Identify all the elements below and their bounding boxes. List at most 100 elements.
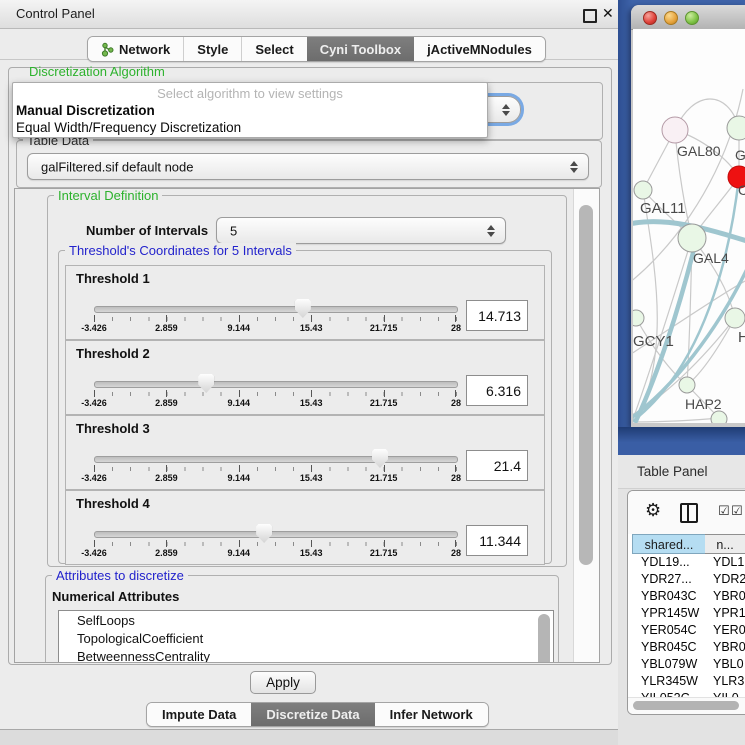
- attributes-list-scrollbar[interactable]: [538, 614, 550, 663]
- node-label: GAL11: [640, 200, 686, 217]
- settings-scrollpane: Interval Definition Number of Intervals …: [14, 188, 600, 663]
- number-of-intervals-combobox[interactable]: 5: [216, 217, 506, 244]
- number-of-intervals-value: 5: [230, 223, 237, 238]
- threshold-4-slider-track[interactable]: [94, 531, 458, 538]
- threshold-1-slider-track[interactable]: [94, 306, 458, 313]
- tab-cyni-toolbox[interactable]: Cyni Toolbox: [307, 37, 414, 61]
- threshold-panel-1: Threshold 1 -3.426 2.859 9.144 15.43 21.…: [65, 265, 545, 340]
- table-row[interactable]: YDL19...YDL1: [632, 554, 745, 571]
- node-gal4[interactable]: [678, 224, 706, 252]
- interval-definition-group: Interval Definition Number of Intervals …: [47, 195, 567, 567]
- checkbox-icon[interactable]: ☑: [718, 503, 730, 519]
- control-panel-tabbar: Network Style Select Cyni Toolbox jActiv…: [87, 36, 546, 62]
- node-hap2[interactable]: [679, 377, 695, 393]
- table-panel: ⚙ ☑ ☑ shared... n... YDL19...YDL1 YDR27.…: [627, 490, 745, 715]
- tab-select[interactable]: Select: [241, 37, 306, 61]
- tick-marks: [94, 467, 457, 471]
- stepper-icons: [486, 224, 495, 238]
- table-row[interactable]: YBL079WYBL0: [632, 656, 745, 673]
- table-row[interactable]: YER054CYER0: [632, 622, 745, 639]
- float-window-icon[interactable]: [583, 9, 597, 23]
- threshold-3-slider-thumb[interactable]: [372, 449, 388, 468]
- thresholds-group: Threshold's Coordinates for 5 Intervals …: [58, 250, 552, 564]
- node-gal11[interactable]: [634, 181, 652, 199]
- popup-option-manual-discretization[interactable]: Manual Discretization: [16, 103, 155, 118]
- scrollpane-vertical-scrollbar[interactable]: [573, 189, 600, 662]
- checkbox-icon[interactable]: ☑: [731, 503, 743, 519]
- tick-marks: [94, 317, 457, 321]
- desktop-shadow-strip: [618, 427, 745, 455]
- tick-marks: [94, 392, 457, 396]
- threshold-2-slider-track[interactable]: [94, 381, 458, 388]
- list-item-topologicalcoefficient[interactable]: TopologicalCoefficient: [77, 631, 203, 646]
- number-of-intervals-label: Number of Intervals: [86, 223, 208, 238]
- tab-network-label: Network: [119, 42, 170, 57]
- tab-jactivemnodules[interactable]: jActiveMNodules: [414, 37, 545, 61]
- tick-marks: [94, 542, 457, 546]
- node-gcy1[interactable]: [633, 310, 644, 326]
- node-label: H: [738, 329, 745, 346]
- minimize-traffic-light-icon[interactable]: [664, 11, 678, 25]
- attributes-group-title: Attributes to discretize: [52, 568, 188, 583]
- table-data-combobox[interactable]: galFiltered.sif default node: [27, 153, 589, 180]
- threshold-4-value-field[interactable]: [466, 525, 528, 556]
- network-view-window: GAL80 G C GAL11 GAL4 GCY1 H HAP2: [631, 5, 745, 427]
- list-item-selfloops[interactable]: SelfLoops: [77, 613, 135, 628]
- tab-infer-network[interactable]: Infer Network: [375, 703, 488, 726]
- network-icon: [101, 42, 114, 57]
- column-header-name[interactable]: n...: [705, 534, 745, 554]
- table-row[interactable]: YBR045CYBR0: [632, 639, 745, 656]
- threshold-panel-2: Threshold 2 -3.426 2.859 9.144 15.43 21.…: [65, 340, 545, 415]
- cytoscape-desktop: GAL80 G C GAL11 GAL4 GCY1 H HAP2: [618, 0, 745, 455]
- control-panel-window: Control Panel ✕ Network Style Select Cyn…: [0, 0, 619, 730]
- attributes-group: Attributes to discretize Numerical Attri…: [45, 575, 559, 663]
- split-columns-icon[interactable]: [680, 503, 698, 523]
- tab-style[interactable]: Style: [183, 37, 241, 61]
- threshold-2-slider-thumb[interactable]: [198, 374, 214, 393]
- table-panel-title: Table Panel: [637, 464, 708, 479]
- popup-hint: Select algorithm to view settings: [13, 86, 487, 101]
- apply-button[interactable]: Apply: [250, 671, 316, 694]
- threshold-1-slider-thumb[interactable]: [295, 299, 311, 318]
- table-row[interactable]: YPR145WYPR1: [632, 605, 745, 622]
- node-h[interactable]: [725, 308, 745, 328]
- threshold-1-value-field[interactable]: [466, 300, 528, 331]
- table-row[interactable]: YLR345WYLR3: [632, 673, 745, 690]
- close-traffic-light-icon[interactable]: [643, 11, 657, 25]
- thresholds-group-title: Threshold's Coordinates for 5 Intervals: [65, 243, 296, 258]
- node-label: G: [735, 147, 745, 163]
- right-region: GAL80 G C GAL11 GAL4 GCY1 H HAP2: [618, 0, 745, 745]
- table-row[interactable]: YBR043CYBR0: [632, 588, 745, 605]
- network-canvas[interactable]: GAL80 G C GAL11 GAL4 GCY1 H HAP2: [633, 29, 745, 423]
- threshold-4-slider-thumb[interactable]: [256, 524, 272, 543]
- stepper-icons: [501, 103, 510, 117]
- scrollbar-thumb[interactable]: [633, 701, 739, 710]
- node-label: GAL4: [693, 250, 729, 266]
- table-horizontal-scrollbar[interactable]: [628, 697, 745, 715]
- node-label: HAP2: [685, 396, 722, 412]
- popup-option-equal-width-frequency[interactable]: Equal Width/Frequency Discretization: [16, 120, 241, 135]
- threshold-2-value-field[interactable]: [466, 375, 528, 406]
- scrollbar-thumb[interactable]: [579, 205, 593, 565]
- zoom-traffic-light-icon[interactable]: [685, 11, 699, 25]
- numerical-attributes-list: SelfLoops TopologicalCoefficient Between…: [58, 610, 554, 663]
- list-item-betweennesscentrality[interactable]: BetweennessCentrality: [77, 649, 210, 663]
- node-bottom[interactable]: [711, 411, 727, 423]
- threshold-panel-3: Threshold 3 -3.426 2.859 9.144 15.43 21.…: [65, 415, 545, 490]
- tab-impute-data[interactable]: Impute Data: [147, 703, 251, 726]
- cyni-bottom-tabbar: Impute Data Discretize Data Infer Networ…: [146, 702, 489, 727]
- gear-icon[interactable]: ⚙: [645, 500, 661, 521]
- node-label: C: [738, 182, 745, 198]
- tab-discretize-data[interactable]: Discretize Data: [251, 703, 374, 726]
- table-row[interactable]: YDR27...YDR2: [632, 571, 745, 588]
- node-label: GCY1: [633, 333, 674, 350]
- tab-network[interactable]: Network: [88, 37, 183, 61]
- network-window-titlebar[interactable]: [631, 5, 745, 30]
- threshold-3-value-field[interactable]: [466, 450, 528, 481]
- node-gal80[interactable]: [662, 117, 688, 143]
- column-header-shared-name[interactable]: shared...: [632, 534, 706, 554]
- close-icon[interactable]: ✕: [602, 5, 614, 22]
- threshold-3-slider-track[interactable]: [94, 456, 458, 463]
- table-toolbar: ⚙ ☑ ☑: [628, 491, 745, 534]
- control-panel-titlebar: Control Panel ✕: [0, 0, 618, 29]
